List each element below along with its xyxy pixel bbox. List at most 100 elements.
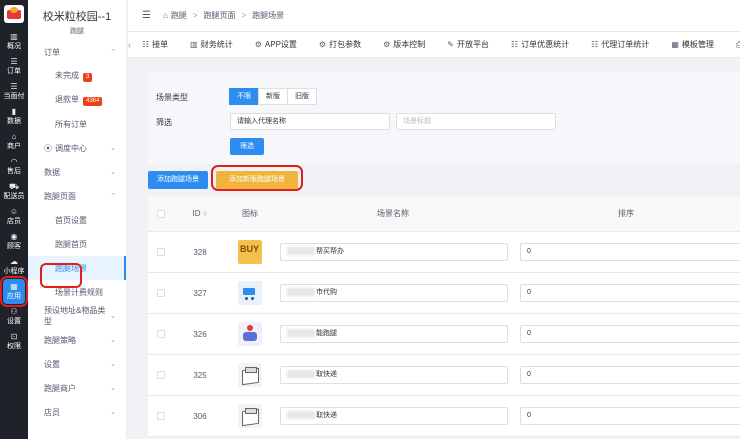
sidebar-item-label: 场景计费规则 bbox=[55, 287, 103, 297]
rail-item-12[interactable]: ⊡ 权限 bbox=[0, 329, 28, 354]
sidebar-item-12[interactable]: 跑腿策略 ⌄ bbox=[28, 328, 126, 352]
sidebar-item-label: 所有订单 bbox=[55, 119, 87, 129]
segment-old[interactable]: 旧版 bbox=[287, 88, 317, 105]
rail-item-1[interactable]: ☰ 订单 bbox=[0, 54, 28, 79]
sidebar-item-3[interactable]: 所有订单 bbox=[28, 112, 126, 136]
sidebar-item-label: 店员 bbox=[44, 407, 60, 417]
add-scene-button[interactable]: 添加跑腿场景 bbox=[148, 171, 208, 189]
menu-toggle-icon[interactable]: ☰ bbox=[142, 10, 151, 21]
rail-item-4[interactable]: ⌂ 商户 bbox=[0, 129, 28, 154]
sidebar-item-1[interactable]: 未完成 3 bbox=[28, 64, 126, 88]
rail-item-label: 当面付 bbox=[3, 93, 25, 100]
quick-tabs-bar: ‹ ☷ 接单 ▥ 财务统计 ⚙ APP设置 ⚙ 打包参数 ⚙ 版本控制 ✎ 开放平台 ☷ 订单优惠统计 ☷ 代… bbox=[128, 32, 740, 58]
tab-3[interactable]: ⚙ 打包参数 bbox=[308, 39, 372, 50]
segment-all[interactable]: 不限 bbox=[229, 88, 259, 105]
segment-new[interactable]: 新版 bbox=[258, 88, 288, 105]
sort-input[interactable]: 0 bbox=[520, 284, 740, 302]
sort-input[interactable]: 0 bbox=[520, 243, 740, 261]
chevron-icon: ⌃ bbox=[110, 49, 116, 56]
highlight-annotation-button bbox=[211, 165, 303, 191]
agent-icon: ☷ bbox=[591, 40, 599, 49]
sidebar-item-label: 退款单 bbox=[55, 95, 79, 104]
scene-name-input[interactable]: 市代购 bbox=[280, 284, 508, 302]
tab-1[interactable]: ▥ 财务统计 bbox=[179, 39, 244, 50]
sidebar-item-2[interactable]: 退款单 4364 bbox=[28, 88, 126, 112]
table-header: ID ⇕ 图标 场景名称 排序 bbox=[148, 196, 740, 232]
chevron-icon: ⌄ bbox=[110, 385, 116, 392]
scene-type-segmented: 不限 新版 旧版 bbox=[229, 88, 317, 105]
sidebar-item-8[interactable]: 跑腿首页 bbox=[28, 232, 126, 256]
rail-item-2[interactable]: ☰ 当面付 bbox=[0, 79, 28, 104]
rail-item-10[interactable]: ▦ 应用 bbox=[0, 276, 28, 307]
sidebar-item-15[interactable]: 店员 ⌄ bbox=[28, 400, 126, 424]
row-checkbox[interactable] bbox=[157, 412, 165, 420]
agent-name-input[interactable]: 请输入代理名称 bbox=[230, 113, 390, 130]
shop-icon: ⌂ bbox=[11, 132, 17, 141]
rail-item-label: 权限 bbox=[7, 343, 21, 350]
sort-input[interactable]: 0 bbox=[520, 366, 740, 384]
chevron-icon: ⌃ bbox=[110, 193, 116, 200]
tab-4[interactable]: ⚙ 版本控制 bbox=[372, 39, 436, 50]
rail-item-11[interactable]: ⚇ 设置 bbox=[0, 304, 28, 329]
sidebar-item-label: 未完成 bbox=[55, 71, 79, 80]
rail-item-8[interactable]: ◉ 顾客 bbox=[0, 229, 28, 254]
breadcrumb-item[interactable]: 跑腿 bbox=[171, 10, 187, 21]
select-all-checkbox[interactable] bbox=[157, 209, 165, 218]
breadcrumb-item[interactable]: 跑腿页面 bbox=[203, 10, 235, 21]
sidebar-item-13[interactable]: 设置 ⌄ bbox=[28, 352, 126, 376]
rail-item-7[interactable]: ☺ 店员 bbox=[0, 204, 28, 229]
rail-item-label: 概况 bbox=[7, 43, 21, 50]
sidebar-item-0[interactable]: 订单 ⌃ bbox=[28, 40, 126, 64]
row-id: 325 bbox=[193, 370, 207, 380]
home-icon: ⌂ bbox=[162, 11, 168, 20]
tab-0[interactable]: ☷ 接单 bbox=[131, 39, 179, 50]
rail-item-label: 订单 bbox=[7, 68, 21, 75]
sidebar-item-5[interactable]: 数据 ⌄ bbox=[28, 160, 126, 184]
sidebar-item-label: 首页设置 bbox=[55, 215, 87, 225]
row-checkbox[interactable] bbox=[157, 371, 165, 379]
store-subtitle: 跑腿 bbox=[70, 28, 84, 35]
scene-name-input[interactable]: 取快递 bbox=[280, 366, 508, 384]
scene-name-input[interactable]: 帮买帮办 bbox=[280, 243, 508, 261]
print-icon: ⎙ bbox=[735, 39, 740, 49]
scene-title-input[interactable]: 场景标题 bbox=[396, 113, 556, 130]
tab-6[interactable]: ☷ 订单优惠统计 bbox=[500, 39, 580, 50]
rail-item-6[interactable]: ⛟ 配送员 bbox=[0, 179, 28, 204]
scene-name-input[interactable]: 能跑腿 bbox=[280, 325, 508, 343]
filter-button[interactable]: 筛选 bbox=[230, 138, 264, 155]
sidebar-item-label: 调度中心 bbox=[55, 143, 87, 153]
sidebar-item-14[interactable]: 跑腿商户 ⌄ bbox=[28, 376, 126, 400]
sort-input[interactable]: 0 bbox=[520, 407, 740, 425]
chart-icon: ▮ bbox=[11, 107, 17, 116]
tab-8[interactable]: ▦ 模板管理 bbox=[660, 39, 725, 50]
sidebar-item-7[interactable]: 首页设置 bbox=[28, 208, 126, 232]
scene-name-input[interactable]: 取快递 bbox=[280, 407, 508, 425]
tab-7[interactable]: ☷ 代理订单统计 bbox=[580, 39, 660, 50]
tab-5[interactable]: ✎ 开放平台 bbox=[436, 39, 500, 50]
tab-2[interactable]: ⚙ APP设置 bbox=[244, 39, 308, 50]
sidebar-item-label: 跑腿策略 bbox=[44, 335, 76, 345]
version-icon: ⚙ bbox=[383, 40, 391, 49]
tab-label: 财务统计 bbox=[200, 40, 233, 49]
header-id[interactable]: ID ⇕ bbox=[174, 209, 226, 218]
overview-icon: ▥ bbox=[10, 32, 18, 41]
sidebar-item-4[interactable]: ⦿ 调度中心 ⌄ bbox=[28, 136, 126, 160]
breadcrumb-separator: > bbox=[241, 11, 247, 20]
chevron-icon: ⌄ bbox=[110, 313, 116, 320]
sidebar-item-6[interactable]: 跑腿页面 ⌃ bbox=[28, 184, 126, 208]
row-id: 326 bbox=[193, 329, 207, 339]
rail-item-9[interactable]: ☁ 小程序 bbox=[0, 254, 28, 279]
row-checkbox[interactable] bbox=[157, 248, 165, 256]
sort-input[interactable]: 0 bbox=[520, 325, 740, 343]
tab-9[interactable]: ⎙打印 bbox=[725, 39, 740, 50]
row-checkbox[interactable] bbox=[157, 330, 165, 338]
rail-item-5[interactable]: ◠ 售后 bbox=[0, 154, 28, 179]
sidebar-item-label: 设置 bbox=[44, 359, 60, 369]
row-checkbox[interactable] bbox=[157, 289, 165, 297]
rail-item-0[interactable]: ▥ 概况 bbox=[0, 29, 28, 54]
row-id: 306 bbox=[193, 411, 207, 421]
sidebar-item-11[interactable]: 预设地址&物品类型 ⌄ bbox=[28, 304, 126, 328]
rail-item-3[interactable]: ▮ 数据 bbox=[0, 104, 28, 129]
rail-item-label: 应用 bbox=[7, 293, 21, 300]
headset-icon: ◠ bbox=[10, 157, 18, 166]
